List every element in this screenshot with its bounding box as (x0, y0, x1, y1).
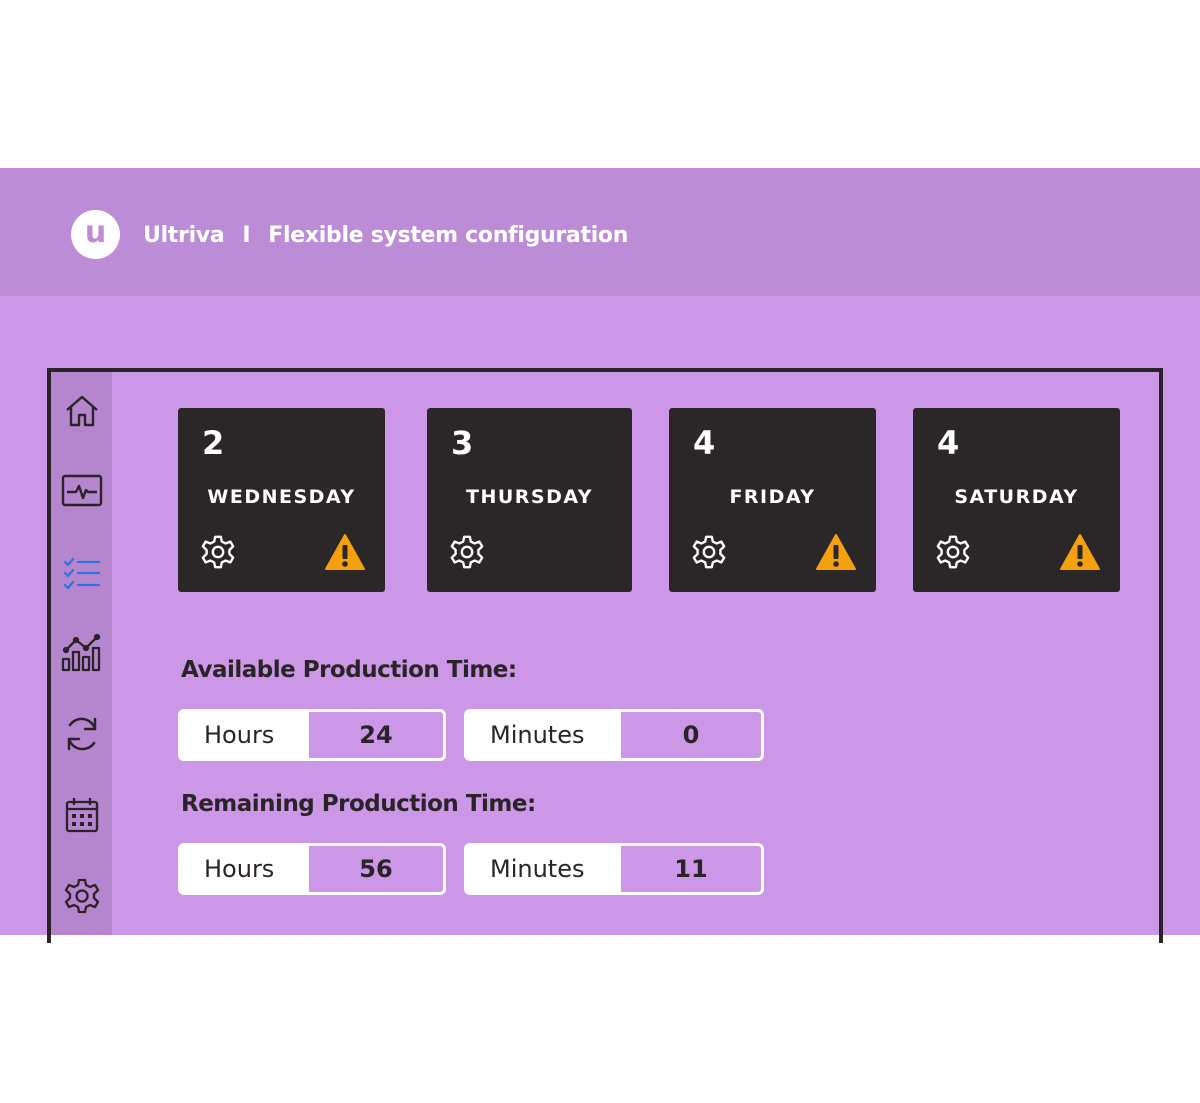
refresh-icon (67, 717, 97, 751)
logo-letter: u (84, 214, 107, 250)
available-minutes-field[interactable]: Minutes 0 (464, 709, 764, 761)
remaining-hours-value[interactable]: 56 (309, 846, 443, 892)
warning-icon (816, 534, 856, 570)
day-count: 3 (451, 424, 474, 462)
day-card-wednesday[interactable]: 2 WEDNESDAY (178, 408, 385, 592)
gear-icon[interactable] (200, 534, 236, 570)
day-count: 2 (202, 424, 225, 462)
gear-icon[interactable] (691, 534, 727, 570)
day-card-friday[interactable]: 4 FRIDAY (669, 408, 876, 592)
day-count: 4 (693, 424, 716, 462)
remaining-hours-field[interactable]: Hours 56 (178, 843, 446, 895)
warning-icon (1060, 534, 1100, 570)
available-production-title: Available Production Time: (181, 657, 517, 683)
home-icon (66, 395, 98, 427)
sidebar-item-monitor[interactable] (60, 469, 104, 513)
remaining-production-title: Remaining Production Time: (181, 791, 536, 817)
remaining-minutes-value[interactable]: 11 (621, 846, 761, 892)
gear-icon[interactable] (449, 534, 485, 570)
analytics-chart-icon (61, 633, 101, 672)
available-hours-field[interactable]: Hours 24 (178, 709, 446, 761)
warning-icon (325, 534, 365, 570)
available-minutes-value[interactable]: 0 (621, 712, 761, 758)
day-count: 4 (937, 424, 960, 462)
day-name: SATURDAY (954, 486, 1079, 508)
calendar-icon (65, 798, 99, 833)
minutes-label: Minutes (467, 846, 621, 892)
sidebar-item-settings[interactable] (60, 874, 104, 918)
day-name: WEDNESDAY (207, 486, 356, 508)
ultriva-logo[interactable]: u (71, 210, 120, 259)
monitor-pulse-icon (61, 474, 103, 507)
checklist-icon (63, 557, 101, 590)
hours-label: Hours (181, 712, 309, 758)
sidebar-item-home[interactable] (60, 389, 104, 433)
remaining-minutes-field[interactable]: Minutes 11 (464, 843, 764, 895)
header-title-bar: Ultriva I Flexible system configuration (143, 218, 628, 252)
day-name: FRIDAY (729, 486, 816, 508)
sidebar-item-analytics[interactable] (60, 630, 104, 674)
minutes-label: Minutes (467, 712, 621, 758)
header-separator: I (242, 222, 251, 248)
sidebar-item-refresh[interactable] (60, 712, 104, 756)
day-card-saturday[interactable]: 4 SATURDAY (913, 408, 1120, 592)
gear-icon (64, 878, 100, 914)
brand-name: Ultriva (143, 222, 225, 248)
page-title: Flexible system configuration (268, 222, 629, 248)
sidebar-item-calendar[interactable] (60, 793, 104, 837)
gear-icon[interactable] (935, 534, 971, 570)
hours-label: Hours (181, 846, 309, 892)
sidebar-item-checklist[interactable] (60, 551, 104, 595)
day-card-thursday[interactable]: 3 THURSDAY (427, 408, 632, 592)
day-name: THURSDAY (465, 486, 594, 508)
available-hours-value[interactable]: 24 (309, 712, 443, 758)
